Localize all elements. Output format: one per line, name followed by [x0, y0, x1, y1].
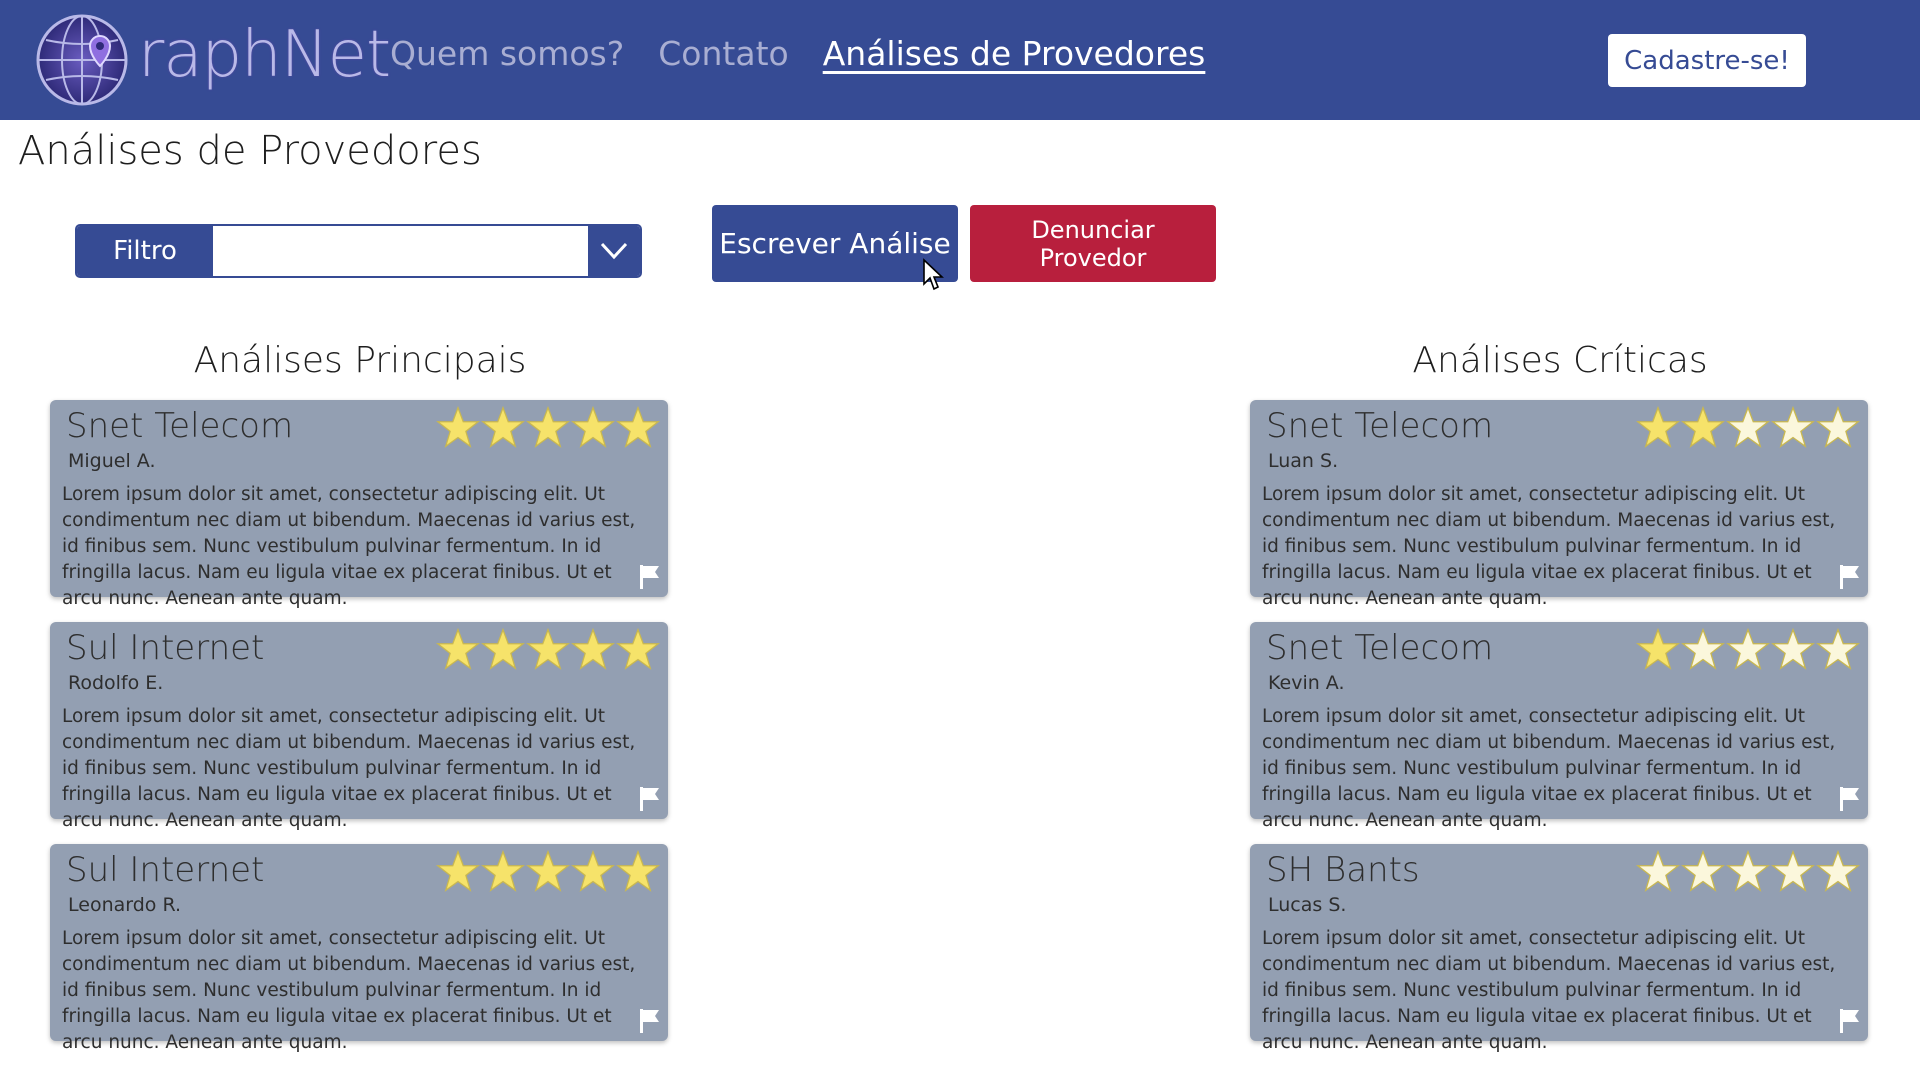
chevron-down-icon	[600, 242, 628, 260]
review-text: Lorem ipsum dolor sit amet, consectetur …	[62, 706, 636, 831]
star-rating	[1635, 850, 1860, 892]
section-title-criticas: Análises Críticas	[1412, 340, 1708, 381]
star-empty-icon	[1681, 628, 1725, 670]
review-provider: Sul Internet	[66, 628, 265, 668]
filter-label: Filtro	[77, 226, 213, 276]
star-filled-icon	[436, 406, 480, 448]
signup-button[interactable]: Cadastre-se!	[1608, 34, 1806, 87]
review-card: Sul Internet Leonardo R. Lorem ipsum dol…	[50, 844, 668, 1053]
flag-icon[interactable]	[1838, 1007, 1862, 1035]
nav-quem-somos[interactable]: Quem somos?	[390, 34, 624, 73]
star-empty-icon	[1771, 850, 1815, 892]
review-card: Snet Telecom Luan S. Lorem ipsum dolor s…	[1250, 400, 1868, 609]
flag-icon[interactable]	[1838, 563, 1862, 591]
review-text: Lorem ipsum dolor sit amet, consectetur …	[1262, 706, 1836, 831]
review-provider: SH Bants	[1266, 850, 1420, 890]
section-title-principais: Análises Principais	[193, 340, 527, 381]
star-filled-icon	[526, 406, 570, 448]
star-rating	[435, 628, 660, 670]
report-provider-button[interactable]: Denunciar Provedor	[970, 205, 1216, 282]
filter-dropdown-button[interactable]	[588, 226, 640, 276]
star-filled-icon	[1636, 628, 1680, 670]
star-empty-icon	[1816, 406, 1860, 448]
star-rating	[435, 850, 660, 892]
main-nav: Quem somos? Contato Análises de Provedor…	[390, 34, 1239, 73]
star-filled-icon	[616, 628, 660, 670]
nav-analises-provedores[interactable]: Análises de Provedores	[823, 34, 1206, 73]
star-empty-icon	[1681, 850, 1725, 892]
review-card: Snet Telecom Miguel A. Lorem ipsum dolor…	[50, 400, 668, 609]
review-author: Kevin A.	[1268, 672, 1345, 694]
filter-field: Filtro	[75, 224, 642, 278]
flag-icon[interactable]	[1838, 785, 1862, 813]
review-provider: Sul Internet	[66, 850, 265, 890]
star-empty-icon	[1726, 628, 1770, 670]
flag-icon[interactable]	[638, 563, 662, 591]
star-filled-icon	[481, 406, 525, 448]
star-filled-icon	[481, 628, 525, 670]
star-rating	[1635, 406, 1860, 448]
review-provider: Snet Telecom	[1266, 406, 1494, 446]
star-filled-icon	[1681, 406, 1725, 448]
star-filled-icon	[481, 850, 525, 892]
review-author: Miguel A.	[68, 450, 156, 472]
star-empty-icon	[1771, 628, 1815, 670]
review-text: Lorem ipsum dolor sit amet, consectetur …	[1262, 484, 1836, 609]
review-author: Rodolfo E.	[68, 672, 164, 694]
star-filled-icon	[436, 850, 480, 892]
flag-icon[interactable]	[638, 1007, 662, 1035]
star-filled-icon	[526, 628, 570, 670]
review-author: Leonardo R.	[68, 894, 182, 916]
star-rating	[435, 406, 660, 448]
review-card: Sul Internet Rodolfo E. Lorem ipsum dolo…	[50, 622, 668, 831]
mouse-pointer-icon	[923, 258, 944, 291]
review-text: Lorem ipsum dolor sit amet, consectetur …	[1262, 928, 1836, 1053]
star-empty-icon	[1636, 850, 1680, 892]
star-empty-icon	[1726, 406, 1770, 448]
review-provider: Snet Telecom	[1266, 628, 1494, 668]
star-filled-icon	[436, 628, 480, 670]
star-filled-icon	[571, 628, 615, 670]
page-title: Análises de Provedores	[18, 128, 482, 174]
top-navbar: raphNet Quem somos? Contato Análises de …	[0, 0, 1920, 120]
flag-icon[interactable]	[638, 785, 662, 813]
star-filled-icon	[616, 850, 660, 892]
star-empty-icon	[1771, 406, 1815, 448]
star-empty-icon	[1816, 850, 1860, 892]
star-filled-icon	[1636, 406, 1680, 448]
review-text: Lorem ipsum dolor sit amet, consectetur …	[62, 928, 636, 1053]
star-empty-icon	[1726, 850, 1770, 892]
star-empty-icon	[1816, 628, 1860, 670]
star-filled-icon	[571, 850, 615, 892]
review-author: Lucas S.	[1268, 894, 1347, 916]
star-filled-icon	[616, 406, 660, 448]
logo-text: raphNet	[138, 18, 391, 92]
star-rating	[1635, 628, 1860, 670]
review-text: Lorem ipsum dolor sit amet, consectetur …	[62, 484, 636, 609]
review-card: SH Bants Lucas S. Lorem ipsum dolor sit …	[1250, 844, 1868, 1053]
review-author: Luan S.	[1268, 450, 1339, 472]
star-filled-icon	[571, 406, 615, 448]
nav-contato[interactable]: Contato	[658, 34, 788, 73]
graphnet-logo[interactable]: raphNet	[34, 12, 391, 108]
star-filled-icon	[526, 850, 570, 892]
review-provider: Snet Telecom	[66, 406, 294, 446]
globe-pin-icon	[36, 14, 128, 106]
review-card: Snet Telecom Kevin A. Lorem ipsum dolor …	[1250, 622, 1868, 831]
filter-input[interactable]	[213, 226, 588, 276]
